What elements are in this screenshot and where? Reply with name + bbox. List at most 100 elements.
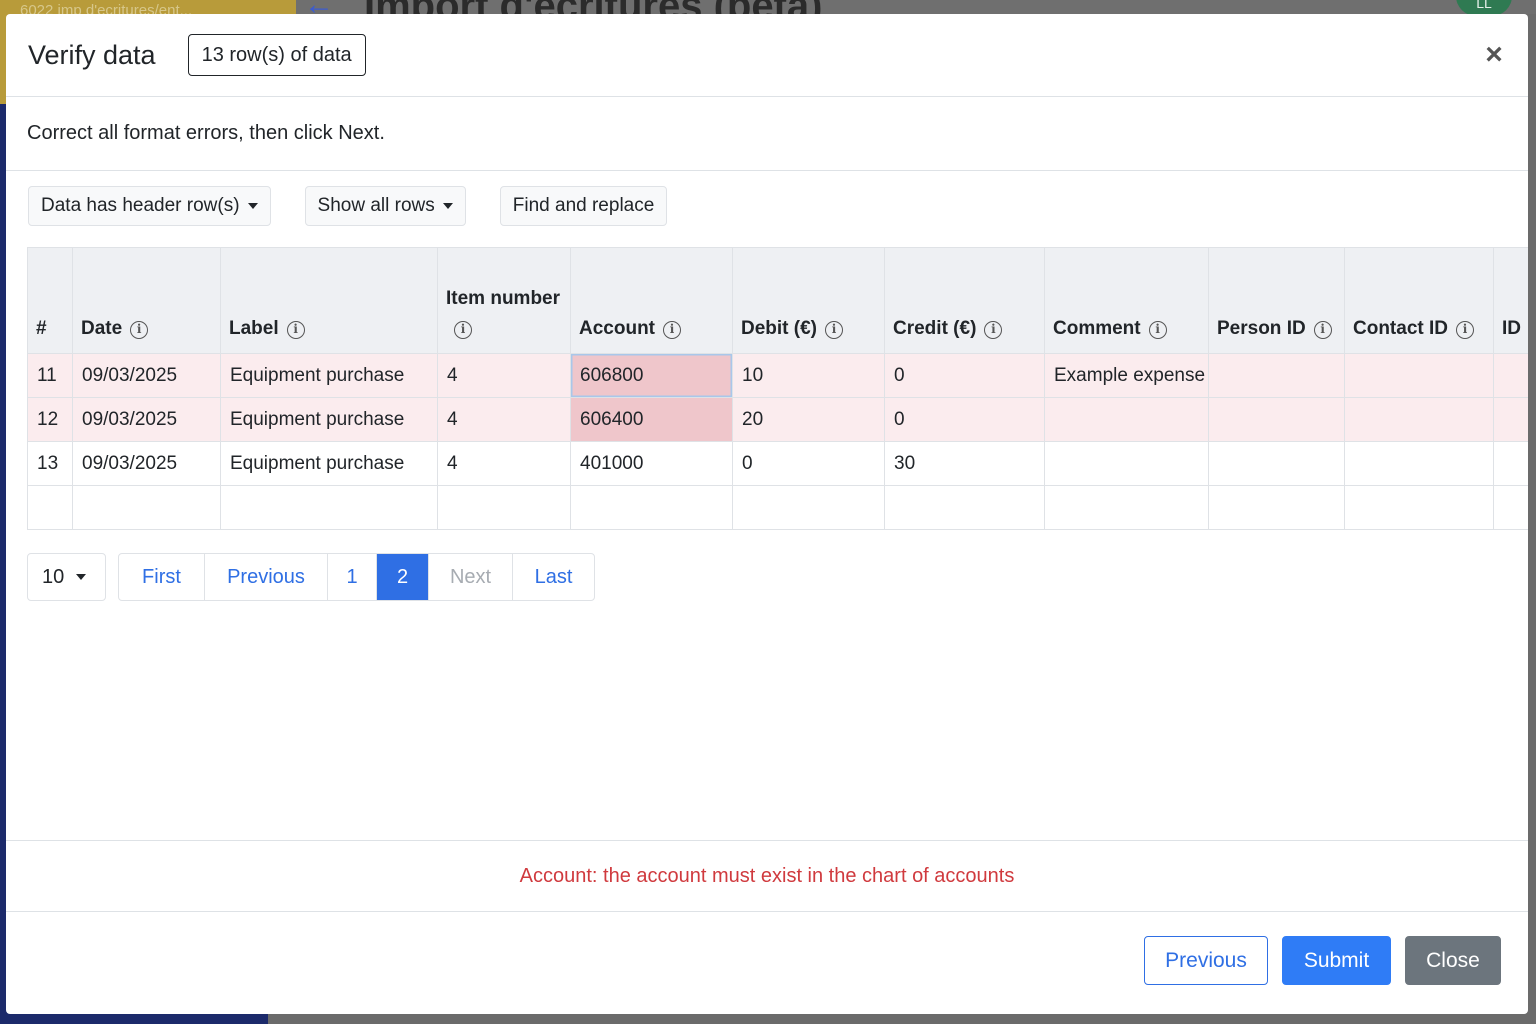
info-icon[interactable]: i xyxy=(663,321,681,339)
cell-id[interactable] xyxy=(1493,397,1528,442)
column-header-date[interactable]: Date i xyxy=(72,247,221,354)
table-row: 12 09/03/2025 Equipment purchase 4 606400 20 0 xyxy=(27,397,1528,442)
cell-date[interactable]: 09/03/2025 xyxy=(72,353,221,398)
submit-button[interactable]: Submit xyxy=(1282,936,1391,985)
info-icon[interactable]: i xyxy=(1313,321,1332,339)
cell-contact[interactable] xyxy=(1344,397,1494,442)
column-header-label[interactable]: Label i xyxy=(220,247,438,354)
column-header-label: Label xyxy=(229,318,279,339)
page-size-select[interactable]: 10 xyxy=(27,553,106,601)
column-header-item[interactable]: Item number i xyxy=(437,247,571,354)
cell-date[interactable]: 09/03/2025 xyxy=(72,441,221,486)
cell-label[interactable]: Equipment purchase xyxy=(220,441,438,486)
page-last[interactable]: Last xyxy=(513,554,594,600)
cell-account[interactable]: 606800 xyxy=(570,353,733,398)
table-row: 13 09/03/2025 Equipment purchase 4 401000 0 30 xyxy=(27,441,1528,486)
cell-item[interactable]: 4 xyxy=(437,441,571,486)
header-rows-dropdown[interactable]: Data has header row(s) xyxy=(28,186,271,226)
cell-person[interactable] xyxy=(1208,397,1345,442)
column-header-person[interactable]: Person ID i xyxy=(1208,247,1345,354)
page-previous[interactable]: Previous xyxy=(205,554,328,600)
cell-label[interactable]: Equipment purchase xyxy=(220,397,438,442)
cell-credit[interactable]: 0 xyxy=(884,397,1045,442)
cell-empty[interactable] xyxy=(570,485,733,530)
close-icon[interactable]: × xyxy=(1482,40,1506,70)
cell-debit[interactable]: 20 xyxy=(732,397,885,442)
verify-data-modal: Verify data 13 row(s) of data × Correct … xyxy=(6,14,1528,1014)
caret-down-icon xyxy=(442,203,453,209)
info-icon[interactable]: i xyxy=(984,321,1003,339)
cell-debit[interactable]: 0 xyxy=(732,441,885,486)
cell-person[interactable] xyxy=(1208,353,1345,398)
column-header-account[interactable]: Account i xyxy=(570,247,733,354)
cell-empty[interactable] xyxy=(1044,485,1209,530)
cell-debit[interactable]: 10 xyxy=(732,353,885,398)
instruction-bar: Correct all format errors, then click Ne… xyxy=(6,97,1528,171)
info-icon[interactable]: i xyxy=(825,321,843,339)
cell-account[interactable]: 401000 xyxy=(570,441,733,486)
cell-credit[interactable]: 30 xyxy=(884,441,1045,486)
page-1[interactable]: 1 xyxy=(328,554,377,600)
cell-item[interactable]: 4 xyxy=(437,397,571,442)
cell-person[interactable] xyxy=(1208,441,1345,486)
cell-empty[interactable] xyxy=(1344,485,1494,530)
column-header-contact[interactable]: Contact ID i xyxy=(1344,247,1494,354)
pagination: First Previous 1 2 Next Last xyxy=(118,553,595,601)
cell-empty[interactable] xyxy=(884,485,1045,530)
cell-comment[interactable]: Example expense xyxy=(1044,353,1209,398)
cell-empty[interactable] xyxy=(437,485,571,530)
modal-title: Verify data xyxy=(28,39,156,70)
column-header-debit[interactable]: Debit (€) i xyxy=(732,247,885,354)
cell-id[interactable] xyxy=(1493,441,1528,486)
column-header-id[interactable]: ID xyxy=(1493,247,1528,354)
cell-num: 12 xyxy=(27,397,73,442)
column-header-credit[interactable]: Credit (€) i xyxy=(884,247,1045,354)
column-header-label: Date xyxy=(81,318,123,339)
pager: 10 First Previous 1 2 Next Last xyxy=(27,553,595,601)
info-icon[interactable]: i xyxy=(286,321,305,339)
cell-comment[interactable] xyxy=(1044,397,1209,442)
table-row: 11 09/03/2025 Equipment purchase 4 606800 10 0… xyxy=(27,353,1528,398)
info-icon[interactable]: i xyxy=(1148,321,1167,339)
cell-empty[interactable] xyxy=(220,485,438,530)
column-header-label: Credit (€) xyxy=(893,318,977,339)
cell-contact[interactable] xyxy=(1344,353,1494,398)
cell-comment[interactable] xyxy=(1044,441,1209,486)
cell-item[interactable]: 4 xyxy=(437,353,571,398)
row-count-badge: 13 row(s) of data xyxy=(187,34,366,76)
page-next: Next xyxy=(429,554,513,600)
cell-empty[interactable] xyxy=(732,485,885,530)
cell-id[interactable] xyxy=(1493,353,1528,398)
find-replace-button[interactable]: Find and replace xyxy=(499,186,668,226)
instruction-text: Correct all format errors, then click Ne… xyxy=(27,122,385,144)
page-2-current[interactable]: 2 xyxy=(377,554,429,600)
cell-credit[interactable]: 0 xyxy=(884,353,1045,398)
modal-header: Verify data 13 row(s) of data × xyxy=(6,14,1528,97)
modal-footer: Previous Submit Close xyxy=(6,912,1528,1014)
page-first[interactable]: First xyxy=(119,554,205,600)
column-header-label: Item number xyxy=(446,288,561,309)
info-icon[interactable]: i xyxy=(454,321,472,339)
caret-down-icon xyxy=(76,574,87,580)
cell-empty[interactable] xyxy=(1208,485,1345,530)
cell-date[interactable]: 09/03/2025 xyxy=(72,397,221,442)
header-rows-label: Data has header row(s) xyxy=(41,195,240,216)
column-header-label: Account xyxy=(579,318,655,339)
column-header-comment[interactable]: Comment i xyxy=(1044,247,1209,354)
previous-button[interactable]: Previous xyxy=(1144,936,1268,985)
cell-empty[interactable] xyxy=(72,485,221,530)
cell-empty[interactable] xyxy=(27,485,73,530)
close-button[interactable]: Close xyxy=(1405,936,1501,985)
cell-empty[interactable] xyxy=(1493,485,1528,530)
error-message: Account: the account must exist in the c… xyxy=(6,840,1528,912)
row-filter-dropdown[interactable]: Show all rows xyxy=(304,186,466,226)
info-icon[interactable]: i xyxy=(130,321,149,339)
column-header-label: ID xyxy=(1502,318,1521,339)
cell-num: 11 xyxy=(27,353,73,398)
column-header-num[interactable]: # xyxy=(27,247,73,354)
cell-contact[interactable] xyxy=(1344,441,1494,486)
cell-label[interactable]: Equipment purchase xyxy=(220,353,438,398)
info-icon[interactable]: i xyxy=(1456,321,1474,339)
cell-account[interactable]: 606400 xyxy=(570,397,733,442)
cell-num: 13 xyxy=(27,441,73,486)
